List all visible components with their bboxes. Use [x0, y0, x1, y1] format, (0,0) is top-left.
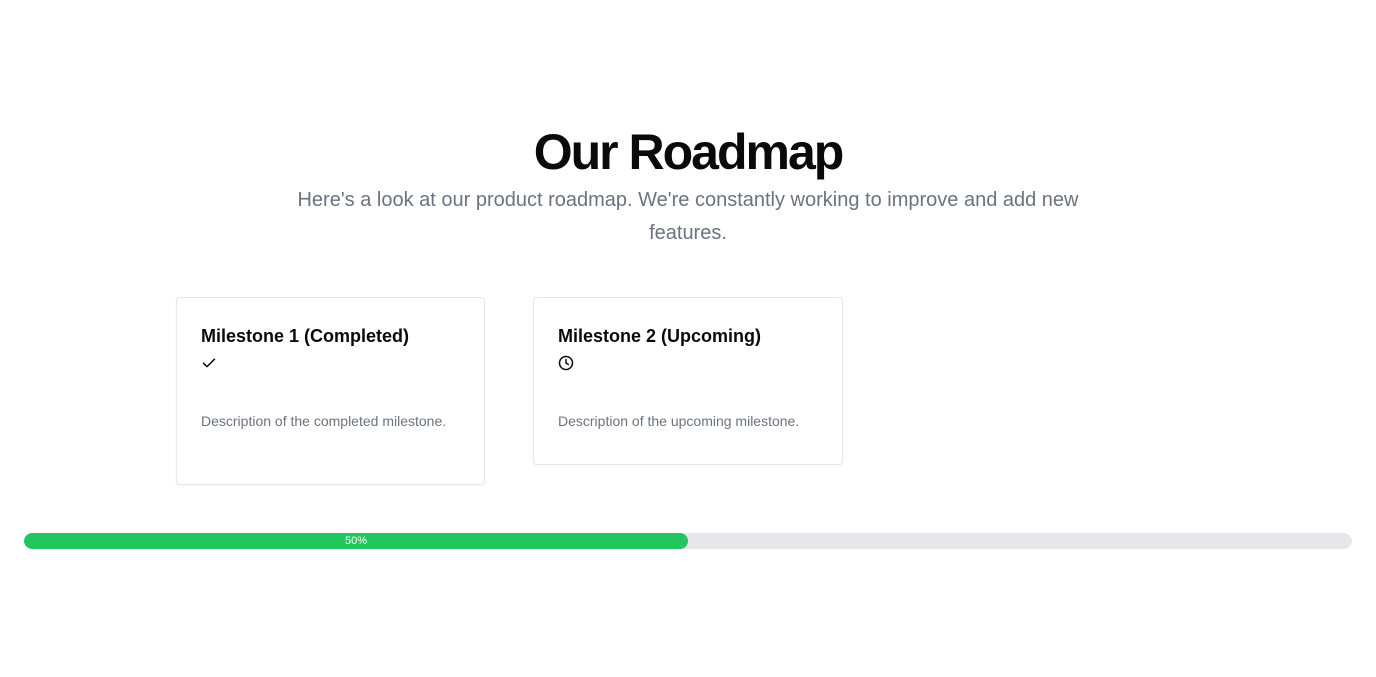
milestone-description: Description of the upcoming milestone.: [558, 413, 800, 429]
progress-label: 50%: [344, 535, 368, 547]
progress-fill: 50%: [24, 533, 688, 549]
page-subtitle: Here's a look at our product roadmap. We…: [297, 189, 1079, 244]
check-icon: [201, 355, 217, 371]
milestone-title: Milestone 1 (Completed): [201, 326, 410, 346]
roadmap-progress-bar: 50%: [24, 533, 1352, 549]
milestone-card-upcoming: Milestone 2 (Upcoming) Description of th…: [533, 297, 843, 465]
milestone-card-completed: Milestone 1 (Completed) Description of t…: [176, 297, 485, 485]
milestone-title: Milestone 2 (Upcoming): [558, 326, 762, 346]
roadmap-page: Our Roadmap Here's a look at our product…: [0, 0, 1376, 677]
page-title: Our Roadmap: [533, 124, 845, 180]
clock-icon: [558, 355, 574, 371]
milestone-description: Description of the completed milestone.: [201, 413, 447, 429]
